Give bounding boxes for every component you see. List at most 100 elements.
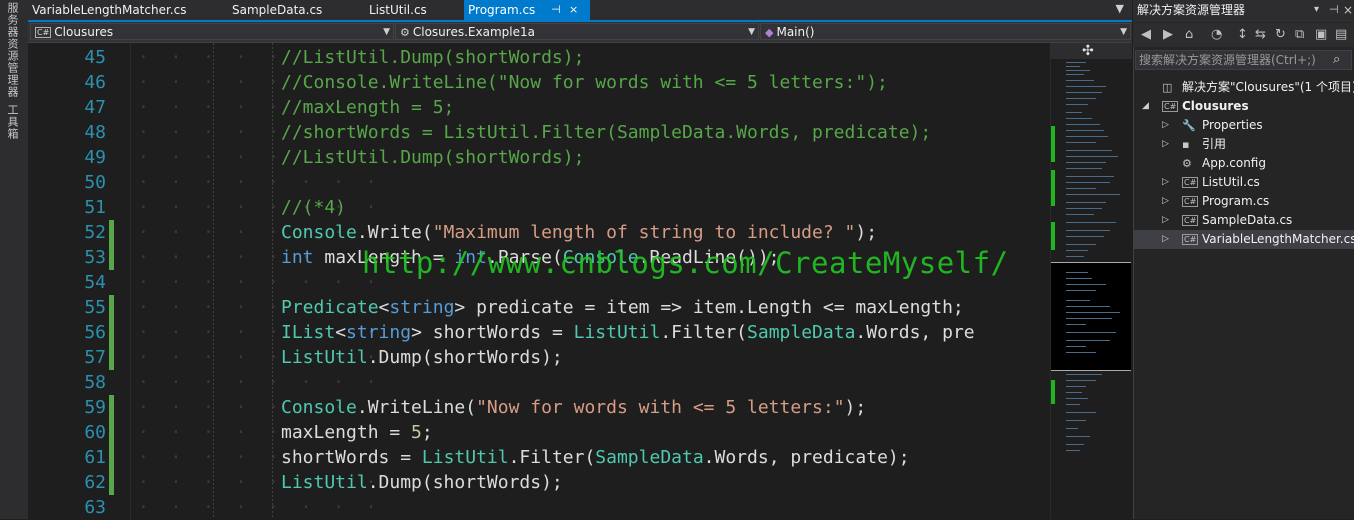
solution-tree-item[interactable]: ⚙ App.config [1134,154,1354,173]
collapsed-arrow-icon[interactable]: ▷ [1162,211,1172,230]
tab-sampledata[interactable]: SampleData.cs [228,0,352,20]
history-icon[interactable]: ◔ [1211,27,1222,42]
chevron-down-icon: ▼ [1120,27,1127,37]
project-name: Clousures [54,25,114,39]
server-explorer-tab[interactable]: 服务器资源管理器 [4,2,20,98]
line-number: 55 [84,297,106,318]
pending-changes-icon[interactable]: ↕ [1237,27,1248,42]
solution-tree-item[interactable]: ▷ 🔧 Properties [1134,116,1354,135]
back-icon[interactable]: ◀ [1141,27,1151,42]
code-line[interactable]: //(*4) [281,195,346,220]
member-name: Main() [776,25,815,39]
references-icon: ▪ [1182,138,1190,151]
class-dropdown[interactable]: ⚙ Closures.Example1a ▼ [395,23,759,40]
line-number: 54 [84,272,106,293]
code-line[interactable]: //shortWords = ListUtil.Filter(SampleDat… [281,120,931,145]
map-code-mark [1066,450,1080,451]
line-number: 52 [84,222,106,243]
solution-tree-item-label: 解决方案"Clousures"(1 个项目) [1182,80,1354,94]
code-line[interactable]: //ListUtil.Dump(shortWords); [281,45,584,70]
close-icon[interactable]: × [1343,0,1353,20]
solution-search-input[interactable]: 搜索解决方案资源管理器(Ctrl+;) [1135,50,1352,70]
collapse-all-icon[interactable]: ⧉ [1295,27,1304,42]
map-code-mark [1066,324,1086,325]
close-icon[interactable]: × [569,0,578,20]
editor-margin-separator [130,43,131,519]
change-marker [109,470,114,495]
map-code-mark [1066,300,1090,301]
code-line[interactable]: //maxLength = 5; [281,95,454,120]
solution-tree-item[interactable]: ◫ 解决方案"Clousures"(1 个项目) [1134,78,1354,97]
solution-explorer-title-bar: 解决方案资源管理器 ▾ ⊣ × [1133,0,1354,22]
code-line[interactable]: ListUtil.Dump(shortWords); [281,345,563,370]
toolbox-tab[interactable]: 工具箱 [4,104,20,140]
code-line[interactable]: Predicate<string> predicate = item => it… [281,295,964,320]
code-line[interactable]: maxLength = 5; [281,420,433,445]
collapsed-arrow-icon[interactable]: ▷ [1162,116,1172,135]
map-code-mark [1066,66,1080,67]
code-line[interactable]: IList<string> shortWords = ListUtil.Filt… [281,320,975,345]
map-code-mark [1066,118,1092,119]
solution-tree-item-label: Clousures [1182,99,1249,113]
map-change-marker [1051,170,1055,206]
solution-tree-item[interactable]: ▷ ▪ 引用 [1134,135,1354,154]
solution-explorer-title: 解决方案资源管理器 [1137,3,1246,17]
project-dropdown[interactable]: C# Clousures ▼ [30,23,394,40]
map-code-mark [1066,340,1110,341]
code-line[interactable]: Console.WriteLine("Now for words with <=… [281,395,866,420]
class-icon: ⚙ [400,26,410,39]
map-code-mark [1066,142,1096,143]
tab-program[interactable]: Program.cs ⊣ × [464,0,590,20]
line-number: 48 [84,122,106,143]
map-code-mark [1066,352,1096,353]
watermark-url: http://www.cnblogs.com/CreateMyself/ [362,246,1009,280]
map-code-mark [1066,136,1108,137]
tab-variablelengthmatcher[interactable]: VariableLengthMatcher.cs [28,0,212,20]
tab-label: ListUtil.cs [369,3,427,17]
change-marker [109,395,114,420]
pin-icon[interactable]: ⊣ [551,0,561,20]
split-window-icon[interactable]: ✣ [1082,43,1094,59]
pin-icon[interactable]: ⊣ [1329,0,1339,20]
solution-tree-item[interactable]: ▷ C# VariableLengthMatcher.cs [1134,230,1354,249]
solution-tree-item[interactable]: ▷ C# ListUtil.cs [1134,173,1354,192]
refresh-icon[interactable]: ↻ [1275,27,1286,42]
tab-overflow-dropdown-icon[interactable]: ▼ [1116,0,1124,18]
home-icon[interactable]: ⌂ [1185,27,1193,42]
map-code-mark [1066,444,1084,445]
collapsed-arrow-icon[interactable]: ▷ [1162,135,1172,154]
map-code-mark [1066,404,1080,405]
chevron-down-icon: ▼ [383,27,390,37]
change-marker [109,320,114,345]
map-code-mark [1066,80,1094,81]
forward-icon[interactable]: ▶ [1163,27,1173,42]
map-code-mark [1066,312,1120,313]
code-line[interactable]: //Console.WriteLine("Now for words with … [281,70,888,95]
change-marker [109,295,114,320]
dropdown-icon[interactable]: ▾ [1314,0,1319,20]
collapsed-arrow-icon[interactable]: ▷ [1162,173,1172,192]
map-code-mark [1066,74,1084,75]
change-marker [109,445,114,470]
member-dropdown[interactable]: ◆ Main() ▼ [760,23,1131,40]
code-line[interactable]: //ListUtil.Dump(shortWords); [281,145,584,170]
solution-tree-item[interactable]: ▷ C# Program.cs [1134,192,1354,211]
code-line[interactable]: shortWords = ListUtil.Filter(SampleData.… [281,445,910,470]
map-code-mark [1066,222,1116,223]
solution-tree-item-label: SampleData.cs [1202,213,1293,227]
search-icon[interactable]: ⌕ [1333,52,1340,67]
show-all-files-icon[interactable]: ▣ [1315,27,1327,42]
map-code-mark [1066,194,1120,195]
expanded-arrow-icon[interactable]: ◢ [1142,97,1152,116]
collapsed-arrow-icon[interactable]: ▷ [1162,192,1172,211]
map-code-mark [1066,98,1096,99]
sync-icon[interactable]: ⇆ [1255,27,1266,42]
solution-tree-item[interactable]: ▷ C# SampleData.cs [1134,211,1354,230]
collapsed-arrow-icon[interactable]: ▷ [1162,230,1172,249]
code-line[interactable]: Console.Write("Maximum length of string … [281,220,877,245]
code-line[interactable]: ListUtil.Dump(shortWords); [281,470,563,495]
tab-label: Program.cs [468,3,536,17]
properties-icon[interactable]: ▤ [1335,27,1347,42]
tab-listutil[interactable]: ListUtil.cs [365,0,469,20]
solution-tree-item[interactable]: ◢ C# Clousures [1134,97,1354,116]
